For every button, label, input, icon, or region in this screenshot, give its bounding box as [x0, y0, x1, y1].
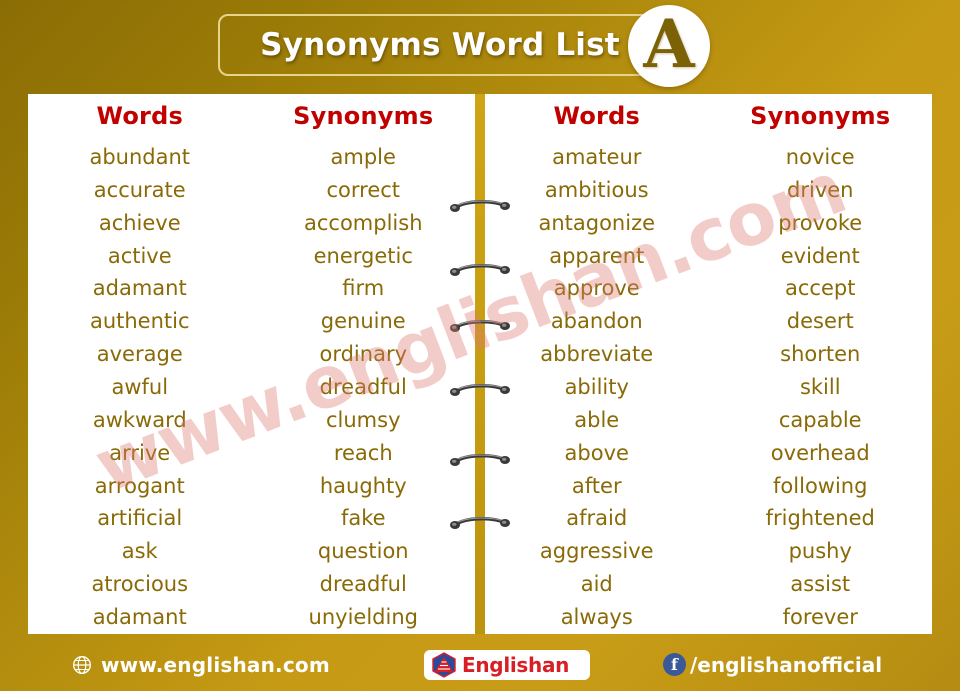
synonym-item: frightened: [765, 506, 875, 531]
word-item: afraid: [566, 506, 628, 531]
synonym-item: ordinary: [319, 342, 408, 367]
word-item: approve: [553, 276, 640, 301]
footer-bar: www.englishan.com Englishan f /englishan…: [0, 638, 960, 691]
synonym-item: reach: [333, 440, 393, 465]
page-title: Synonyms Word List: [260, 27, 620, 63]
word-item: able: [574, 407, 620, 432]
letter-badge: A: [628, 5, 710, 87]
englishan-logo-text: Englishan: [462, 652, 570, 677]
synonym-item: following: [773, 473, 868, 498]
word-item: amateur: [552, 144, 642, 169]
synonym-item: ample: [330, 144, 396, 169]
column-header-words: Words: [553, 102, 640, 130]
word-item: abundant: [89, 144, 191, 169]
synonym-item: haughty: [319, 473, 407, 498]
website-label: www.englishan.com: [101, 652, 330, 677]
pyramid-logo-icon: [432, 651, 456, 678]
synonym-item: provoke: [778, 210, 863, 235]
synonym-item: evident: [780, 243, 860, 268]
word-item: accurate: [93, 177, 186, 202]
word-item: arrogant: [94, 473, 185, 498]
word-item: apparent: [549, 243, 645, 268]
synonym-item: pushy: [788, 539, 852, 564]
left-page: Words abundant accurate achieve active a…: [28, 94, 475, 634]
notebook-gutter: [475, 94, 485, 634]
synonym-item: assist: [790, 572, 851, 597]
facebook-handle-label: /englishanofficial: [690, 652, 883, 677]
globe-icon: [73, 655, 91, 674]
word-item: active: [107, 243, 172, 268]
synonym-item: energetic: [313, 243, 413, 268]
facebook-icon: f: [663, 653, 686, 676]
word-item: abbreviate: [540, 342, 654, 367]
poster-canvas: Synonyms Word List A Words abundant accu…: [0, 0, 960, 691]
synonym-item: desert: [786, 309, 854, 334]
englishan-logo[interactable]: Englishan: [424, 649, 590, 680]
synonym-item: genuine: [320, 309, 406, 334]
synonym-item: driven: [787, 177, 854, 202]
word-item: average: [96, 342, 183, 367]
word-item: antagonize: [538, 210, 656, 235]
website-link[interactable]: www.englishan.com: [72, 653, 330, 677]
synonym-item: accept: [785, 276, 856, 301]
synonym-item: dreadful: [319, 374, 407, 399]
word-item: awkward: [92, 407, 187, 432]
word-item: authentic: [89, 309, 190, 334]
word-item: after: [571, 473, 622, 498]
word-item: above: [564, 440, 629, 465]
word-item: adamant: [92, 276, 187, 301]
word-item: ask: [121, 539, 158, 564]
synonym-item: firm: [342, 276, 385, 301]
word-item: arrive: [109, 440, 171, 465]
synonym-item: unyielding: [308, 604, 418, 629]
letter-badge-label: A: [643, 5, 695, 83]
facebook-link[interactable]: f /englishanofficial: [663, 653, 882, 677]
word-item: abandon: [550, 309, 643, 334]
synonym-item: novice: [785, 144, 855, 169]
right-words-column: Words amateur ambitious antagonize appar…: [485, 94, 709, 634]
notebook-pages: Words abundant accurate achieve active a…: [28, 94, 932, 634]
synonym-item: skill: [799, 374, 841, 399]
synonym-item: accomplish: [303, 210, 423, 235]
right-page: Words amateur ambitious antagonize appar…: [485, 94, 932, 634]
word-item: artificial: [97, 506, 183, 531]
column-header-synonyms: Synonyms: [750, 102, 891, 130]
word-item: always: [560, 604, 633, 629]
word-item: awful: [111, 374, 169, 399]
synonym-item: forever: [782, 604, 858, 629]
synonym-item: overhead: [770, 440, 870, 465]
word-item: achieve: [98, 210, 181, 235]
synonym-item: fake: [340, 506, 386, 531]
left-synonyms-column: Synonyms ample correct accomplish energe…: [252, 94, 476, 634]
synonym-item: clumsy: [325, 407, 401, 432]
word-item: adamant: [92, 604, 187, 629]
column-header-words: Words: [96, 102, 183, 130]
synonym-item: question: [317, 539, 409, 564]
word-item: atrocious: [91, 572, 189, 597]
synonym-item: shorten: [780, 342, 861, 367]
word-item: aid: [580, 572, 613, 597]
synonym-item: correct: [326, 177, 401, 202]
title-banner: Synonyms Word List: [218, 14, 662, 76]
word-item: ability: [564, 374, 629, 399]
left-words-column: Words abundant accurate achieve active a…: [28, 94, 252, 634]
word-item: aggressive: [539, 539, 654, 564]
synonym-item: dreadful: [319, 572, 407, 597]
right-synonyms-column: Synonyms novice driven provoke evident a…: [709, 94, 933, 634]
column-header-synonyms: Synonyms: [293, 102, 434, 130]
word-item: ambitious: [544, 177, 649, 202]
synonym-item: capable: [778, 407, 862, 432]
